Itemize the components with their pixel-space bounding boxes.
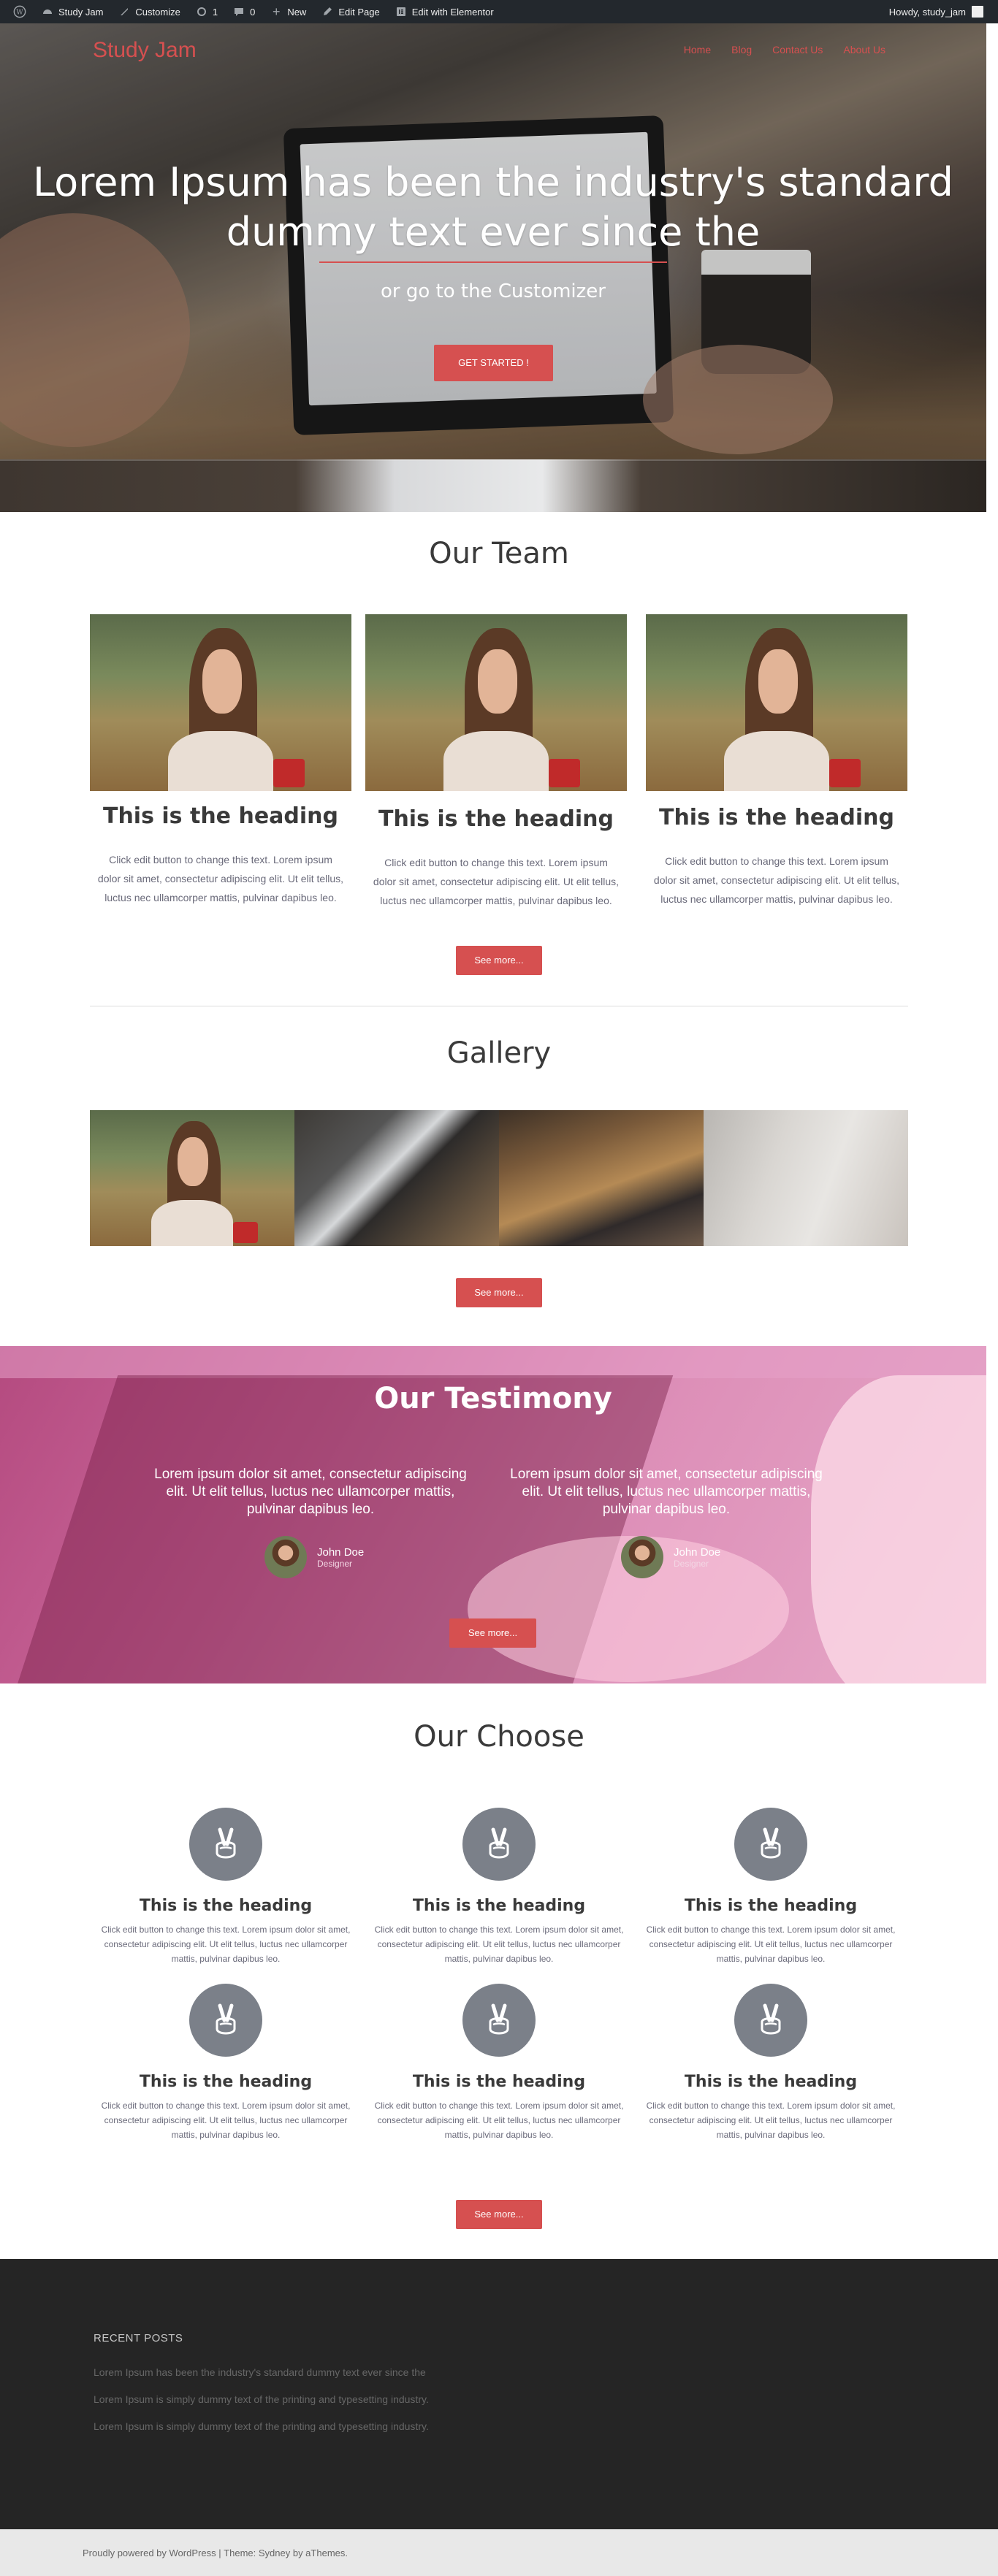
theme-credit-link[interactable]: Theme: Sydney by aThemes. <box>224 2548 348 2558</box>
peace-hand-icon <box>734 1984 807 2057</box>
peace-hand-icon <box>734 1808 807 1881</box>
new-content-link[interactable]: + New <box>262 0 313 23</box>
choose-text-1: Click edit button to change this text. L… <box>101 1925 351 1964</box>
gallery-image-2[interactable] <box>294 1110 499 1246</box>
edit-page-link[interactable]: Edit Page <box>313 0 386 23</box>
team-see-more-button[interactable]: See more... <box>456 946 542 975</box>
team-text-3: Click edit button to change this text. L… <box>653 855 900 905</box>
team-heading-1: This is the heading <box>102 803 339 829</box>
elementor-icon <box>395 5 408 18</box>
hero-section <box>0 23 986 512</box>
account-avatar <box>972 6 983 18</box>
hero-subtitle: or go to the Customizer <box>380 280 606 302</box>
admin-site-link[interactable]: Study Jam <box>34 0 110 23</box>
my-account-link[interactable]: Howdy, study_jam <box>889 6 992 18</box>
testimony-section-title: Our Testimony <box>374 1382 612 1415</box>
avatar <box>264 1536 307 1578</box>
testimony-see-more-button[interactable]: See more... <box>449 1618 536 1648</box>
choose-text-5: Click edit button to change this text. L… <box>374 2101 624 2140</box>
dashboard-icon <box>41 5 54 18</box>
credit-separator: | <box>216 2547 224 2558</box>
avatar <box>621 1536 663 1578</box>
testimony-person-1: John Doe Designer <box>264 1536 364 1578</box>
team-photo-1 <box>90 614 351 791</box>
person-name: John Doe <box>317 1545 365 1559</box>
peace-hand-icon <box>462 1808 536 1881</box>
nav-about-us[interactable]: About Us <box>833 44 896 56</box>
choose-heading-6: This is the heading <box>684 2073 858 2091</box>
choose-heading-2: This is the heading <box>412 1897 586 1915</box>
person-name: John Doe <box>674 1545 721 1559</box>
site-title[interactable]: Study Jam <box>93 38 197 63</box>
updates-count: 1 <box>212 6 218 18</box>
new-content-label: New <box>287 6 307 18</box>
comment-icon <box>232 5 245 18</box>
wordpress-logo-button[interactable]: W <box>6 0 34 23</box>
wordpress-logo-icon: W <box>13 5 26 18</box>
testimony-quote-2: Lorem ipsum dolor sit amet, consectetur … <box>510 1467 823 1517</box>
choose-heading-4: This is the heading <box>139 2073 313 2091</box>
peace-hand-icon <box>462 1984 536 2057</box>
edit-with-elementor-link[interactable]: Edit with Elementor <box>387 0 501 23</box>
testimony-person-2: John Doe Designer <box>621 1536 720 1578</box>
wp-admin-bar: W Study Jam Customize 1 0 + New Edit Pag… <box>0 0 998 23</box>
gallery-image-4[interactable] <box>704 1110 908 1246</box>
gallery-image-1[interactable] <box>90 1110 294 1246</box>
team-heading-3: This is the heading <box>658 805 895 830</box>
nav-home[interactable]: Home <box>674 44 721 56</box>
hero-divider <box>319 261 667 263</box>
comments-count: 0 <box>250 6 256 18</box>
howdy-label: Howdy, study_jam <box>888 6 966 18</box>
gallery-section-title: Gallery <box>446 1036 552 1070</box>
comments-link[interactable]: 0 <box>225 0 262 23</box>
choose-section-title: Our Choose <box>414 1720 584 1754</box>
main-navigation: Home Blog Contact Us About Us <box>674 44 896 56</box>
hero-image-strip <box>0 459 986 512</box>
get-started-button[interactable]: GET STARTED ! <box>434 345 553 381</box>
customize-link[interactable]: Customize <box>110 0 187 23</box>
recent-post-link-1[interactable]: Lorem Ipsum has been the industry's stan… <box>94 2366 426 2378</box>
recent-post-link-3[interactable]: Lorem Ipsum is simply dummy text of the … <box>94 2420 429 2432</box>
team-text-2: Click edit button to change this text. L… <box>373 857 620 906</box>
pencil-icon <box>321 5 334 18</box>
choose-text-2: Click edit button to change this text. L… <box>374 1925 624 1964</box>
choose-see-more-button[interactable]: See more... <box>456 2200 542 2229</box>
peace-hand-icon <box>189 1808 262 1881</box>
team-text-1: Click edit button to change this text. L… <box>97 854 344 903</box>
choose-heading-5: This is the heading <box>412 2073 586 2091</box>
choose-heading-1: This is the heading <box>139 1897 313 1915</box>
gallery-image-3[interactable] <box>499 1110 704 1246</box>
brush-icon <box>118 5 131 18</box>
team-photo-2 <box>365 614 627 791</box>
testimony-quote-1: Lorem ipsum dolor sit amet, consectetur … <box>154 1467 467 1517</box>
updates-icon <box>195 5 208 18</box>
customize-label: Customize <box>135 6 180 18</box>
person-role: Designer <box>674 1558 709 1569</box>
team-section-title: Our Team <box>429 537 569 570</box>
site-footer: Proudly powered by WordPress | Theme: Sy… <box>0 2529 998 2576</box>
person-role: Designer <box>317 1558 353 1569</box>
choose-text-3: Click edit button to change this text. L… <box>646 1925 896 1964</box>
nav-contact-us[interactable]: Contact Us <box>762 44 833 56</box>
choose-text-6: Click edit button to change this text. L… <box>646 2101 896 2140</box>
svg-text:W: W <box>16 9 23 17</box>
hero-title: Lorem Ipsum has been the industry's stan… <box>33 159 953 255</box>
choose-text-4: Click edit button to change this text. L… <box>101 2101 351 2140</box>
choose-heading-3: This is the heading <box>684 1897 858 1915</box>
updates-link[interactable]: 1 <box>188 0 225 23</box>
nav-blog[interactable]: Blog <box>721 44 762 56</box>
admin-site-label: Study Jam <box>58 6 104 18</box>
plus-icon: + <box>273 4 281 19</box>
team-photo-3 <box>646 614 907 791</box>
edit-page-label: Edit Page <box>338 6 380 18</box>
elementor-label: Edit with Elementor <box>411 6 494 18</box>
gallery-see-more-button[interactable]: See more... <box>456 1278 542 1307</box>
recent-post-link-2[interactable]: Lorem Ipsum is simply dummy text of the … <box>94 2393 429 2405</box>
team-heading-2: This is the heading <box>378 806 614 832</box>
wordpress-credit-link[interactable]: Proudly powered by WordPress <box>83 2548 216 2558</box>
recent-posts-title: RECENT POSTS <box>94 2332 183 2344</box>
peace-hand-icon <box>189 1984 262 2057</box>
